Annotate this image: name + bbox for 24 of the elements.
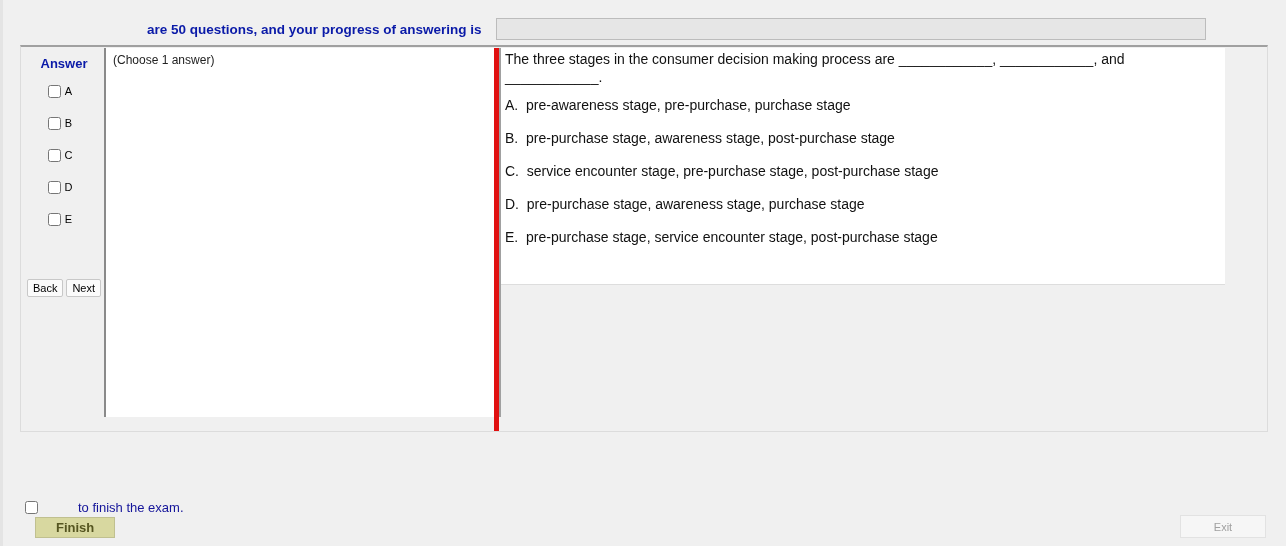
next-button[interactable]: Next [66, 279, 102, 297]
choice-text: B. pre-purchase stage, awareness stage, post-purchase stage [505, 129, 896, 148]
answer-checkbox[interactable] [47, 212, 61, 226]
option-label: A [64, 85, 73, 97]
option-label: C [64, 149, 73, 161]
choice-text: E. pre-purchase stage, service encounter stage, post-purchase stage [505, 228, 939, 247]
finish-button[interactable]: Finish [35, 517, 116, 538]
option-label: B [64, 117, 73, 129]
confirm-label: to finish the exam. [78, 500, 184, 515]
answer-checkbox[interactable] [47, 116, 61, 130]
answer-checkbox[interactable] [47, 180, 61, 194]
option-label: E [64, 213, 73, 225]
answer-checkbox[interactable] [47, 84, 61, 98]
progress-caption: are 50 questions, and your progress of answering is [147, 21, 482, 37]
choice-text: A. pre-awareness stage, pre-purchase, purchase stage [505, 96, 852, 115]
instruction-text: (Choose 1 answer) [113, 53, 215, 67]
choice-text: C. service encounter stage, pre-purchase stage, post-purchase stage [505, 162, 940, 181]
back-button[interactable]: Back [26, 279, 64, 297]
confirm-checkbox[interactable] [25, 501, 38, 514]
answer-checkbox[interactable] [47, 148, 61, 162]
question-text: The three stages in the consumer decision making process are ____________, ____________, and ____________. [505, 50, 1126, 86]
choice-text: D. pre-purchase stage, awareness stage, purchase stage [505, 195, 866, 214]
option-label: D [64, 181, 73, 193]
answer-heading: Answer [40, 56, 88, 71]
